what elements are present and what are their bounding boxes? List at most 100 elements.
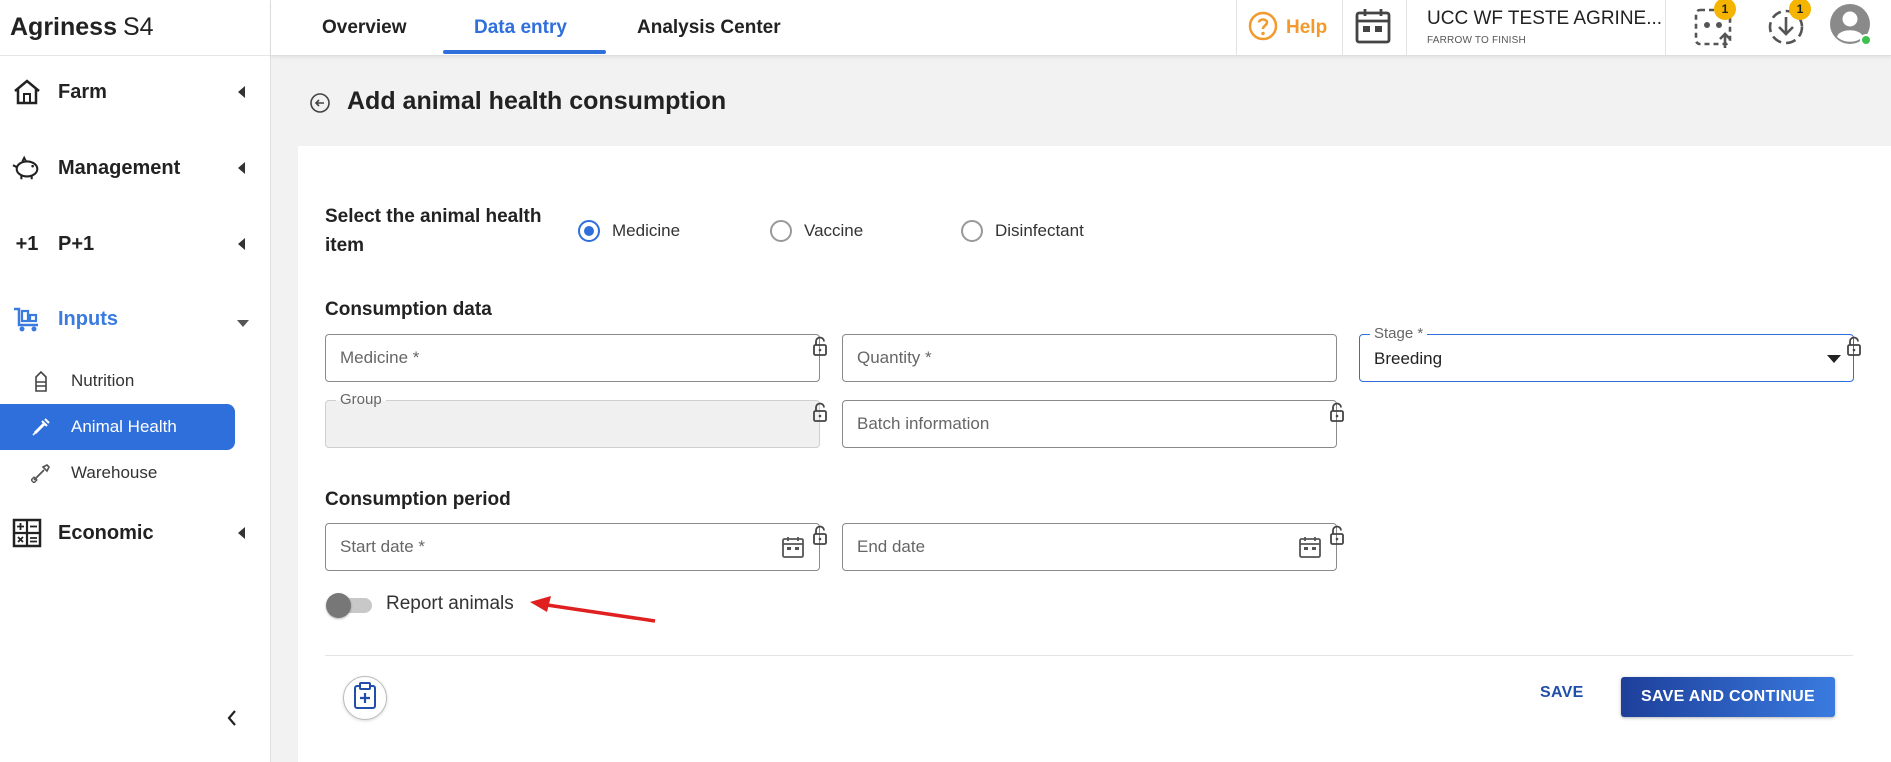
page-title: Add animal health consumption (347, 87, 727, 115)
sidebar-item-label: Management (58, 156, 181, 179)
unlock-icon[interactable] (812, 402, 828, 422)
divider (1406, 0, 1407, 56)
active-tab-indicator (443, 50, 606, 54)
toggle-knob (326, 593, 351, 618)
sidebar-subitem-warehouse[interactable]: Warehouse (0, 450, 235, 496)
end-date-input[interactable]: End date (842, 523, 1337, 571)
consumption-data-heading: Consumption data (325, 299, 492, 320)
radio-medicine[interactable]: Medicine (578, 219, 680, 243)
calendar-icon[interactable] (1354, 7, 1392, 50)
radio-label: Medicine (612, 221, 681, 240)
tab-label: Analysis Center (637, 17, 781, 38)
help-icon (1248, 11, 1278, 46)
sidebar-item-farm[interactable]: Farm (0, 67, 271, 117)
chevron-left-icon (238, 162, 245, 174)
brand-name: Agriness (10, 13, 117, 41)
house-icon (12, 77, 42, 107)
cart-icon (12, 304, 42, 334)
unlock-icon[interactable] (1846, 336, 1862, 356)
sidebar-item-label: Economic (58, 521, 154, 544)
report-animals-toggle[interactable] (326, 593, 374, 618)
sidebar-item-management[interactable]: Management (0, 143, 271, 193)
group-input: Group (325, 391, 820, 448)
divider (1665, 0, 1666, 56)
brand-logo[interactable]: Agriness S4 (0, 0, 270, 56)
brand-suffix: S4 (122, 13, 154, 41)
consumption-period-heading: Consumption period (325, 489, 511, 510)
sidebar: Agriness S4 Farm Management +1 P+1 Inputs… (0, 0, 271, 762)
syringe-icon (30, 416, 52, 438)
sidebar-subitem-animal-health[interactable]: Animal Health (0, 404, 235, 450)
chevron-left-icon (238, 238, 245, 250)
save-and-continue-button[interactable]: SAVE AND CONTINUE (1621, 677, 1835, 717)
clipboard-plus-icon (353, 681, 377, 715)
divider (1236, 0, 1237, 56)
tab-data-entry[interactable]: Data entry (474, 0, 567, 56)
group-label: Group (336, 391, 386, 408)
annotation-arrow (530, 596, 656, 623)
unlock-icon[interactable] (812, 525, 828, 545)
start-date-input[interactable]: Start date * (325, 523, 820, 571)
sidebar-item-label: Farm (58, 80, 107, 103)
radio-dot (961, 220, 983, 242)
back-button[interactable] (309, 92, 331, 114)
help-label: Help (1286, 17, 1328, 38)
pig-icon (12, 153, 42, 183)
user-avatar[interactable] (1828, 2, 1876, 50)
sidebar-item-economic[interactable]: Economic (0, 508, 271, 558)
sidebar-item-inputs[interactable]: Inputs (0, 294, 271, 344)
sidebar-subitem-nutrition[interactable]: Nutrition (0, 358, 235, 404)
collapse-sidebar-button[interactable] (224, 708, 240, 732)
unlock-icon[interactable] (812, 336, 828, 356)
farm-type: FARROW TO FINISH (1427, 35, 1526, 46)
add-attachment-button[interactable] (343, 676, 387, 720)
tab-analysis-center[interactable]: Analysis Center (637, 0, 781, 56)
tab-label: Data entry (474, 17, 567, 38)
unlock-icon[interactable] (1329, 525, 1345, 545)
shovel-icon (30, 462, 52, 484)
radio-label: Disinfectant (995, 221, 1084, 240)
sidebar-item-label: P+1 (58, 232, 95, 255)
divider (1342, 0, 1343, 56)
plus-one-icon: +1 (15, 232, 39, 255)
unlock-icon[interactable] (1329, 402, 1345, 422)
download-button[interactable]: 1 (1767, 0, 1811, 52)
save-button[interactable]: SAVE (1540, 684, 1584, 702)
stage-label: Stage * (1370, 325, 1428, 342)
sidebar-subitem-label: Animal Health (71, 417, 177, 436)
dropdown-arrow-icon (1827, 355, 1841, 363)
radio-vaccine[interactable]: Vaccine (770, 219, 863, 243)
radio-dot (770, 220, 792, 242)
calculator-icon (12, 518, 42, 548)
farm-name: UCC WF TESTE AGRINE... (1427, 8, 1663, 29)
chevron-left-icon (238, 527, 245, 539)
sidebar-subitem-label: Nutrition (71, 371, 135, 390)
chevron-left-icon (226, 709, 238, 732)
download-count-badge: 1 (1789, 0, 1811, 20)
batch-information-input[interactable]: Batch information (842, 400, 1337, 448)
batch-placeholder: Batch information (857, 414, 990, 433)
chevron-left-icon (238, 86, 245, 98)
quantity-placeholder: Quantity * (857, 348, 932, 367)
sidebar-item-p1[interactable]: +1 P+1 (0, 219, 271, 269)
sidebar-item-label: Inputs (58, 307, 118, 330)
sidebar-subitem-label: Warehouse (71, 463, 158, 482)
medicine-input[interactable]: Medicine * (325, 334, 820, 382)
help-button[interactable]: Help (1248, 0, 1327, 56)
tab-overview[interactable]: Overview (322, 0, 407, 56)
radio-dot (578, 220, 600, 242)
back-icon (309, 93, 331, 118)
radio-disinfectant[interactable]: Disinfectant (961, 219, 1084, 243)
end-date-placeholder: End date (857, 537, 926, 556)
stage-select[interactable]: Stage * Breeding (1359, 325, 1854, 382)
report-animals-label: Report animals (386, 593, 514, 614)
top-bar: Overview Data entry Analysis Center Help… (271, 0, 1891, 56)
calendar-icon[interactable] (1298, 536, 1322, 558)
calendar-icon[interactable] (781, 536, 805, 558)
radio-label: Vaccine (804, 221, 864, 240)
avatar-icon (1828, 4, 1874, 52)
upload-sync-button[interactable]: 1 (1694, 0, 1738, 52)
quantity-input[interactable]: Quantity * (842, 334, 1337, 382)
tab-label: Overview (322, 17, 407, 38)
stage-value: Breeding (1374, 349, 1443, 368)
